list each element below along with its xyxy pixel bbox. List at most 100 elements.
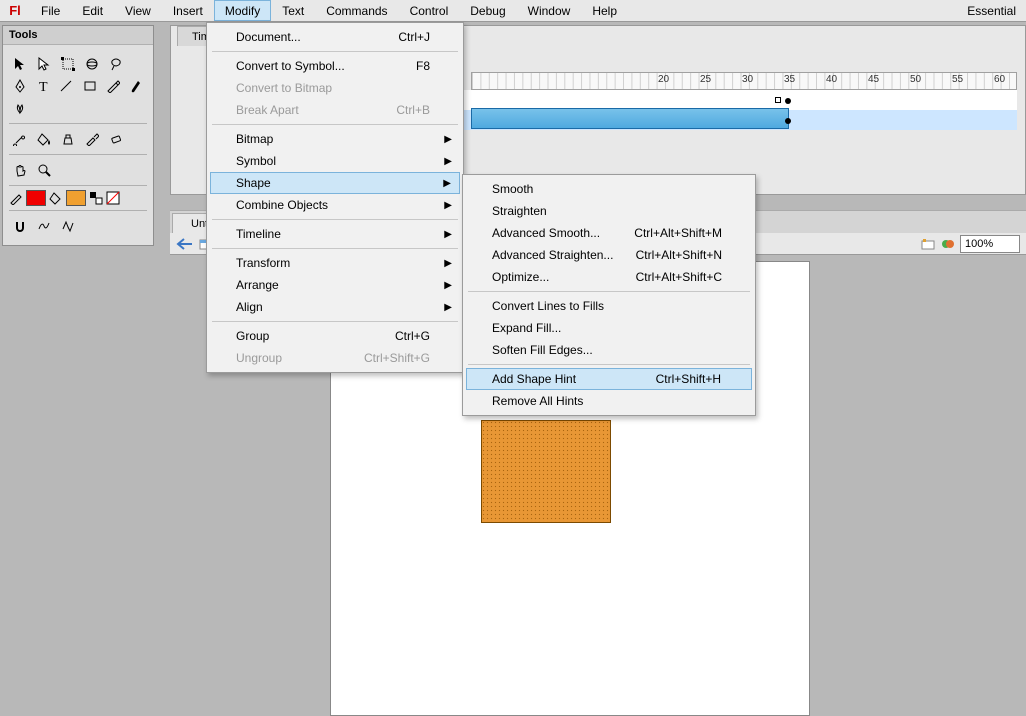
bone-tool-icon[interactable]: [9, 128, 31, 150]
keyframe-open[interactable]: [775, 97, 781, 103]
menu-item-shortcut: Ctrl+J: [398, 30, 430, 44]
menu-edit[interactable]: Edit: [71, 0, 114, 21]
edit-scene-icon[interactable]: [920, 237, 936, 251]
menu-item-bitmap[interactable]: Bitmap▶: [210, 128, 460, 150]
eraser-icon[interactable]: [105, 128, 127, 150]
selection-tool-icon[interactable]: [9, 53, 31, 75]
menu-separator: [468, 291, 750, 292]
menu-modify[interactable]: Modify: [214, 0, 271, 21]
hand-tool-icon[interactable]: [9, 159, 31, 181]
menu-item-label: Expand Fill...: [492, 321, 561, 335]
pencil-icon: [9, 191, 23, 205]
zoom-input[interactable]: 100%: [960, 235, 1020, 253]
menu-view[interactable]: View: [114, 0, 162, 21]
back-icon[interactable]: [176, 237, 194, 251]
straighten-option-icon[interactable]: [57, 215, 79, 237]
menu-item-shortcut: Ctrl+Shift+H: [656, 372, 721, 386]
snap-icon[interactable]: [9, 215, 31, 237]
menu-item-smooth[interactable]: Smooth: [466, 178, 752, 200]
frames-ruler[interactable]: 2025303540455055606570758085: [471, 72, 1017, 90]
eyedropper-icon[interactable]: [81, 128, 103, 150]
tween-span[interactable]: [471, 108, 789, 129]
text-tool-icon[interactable]: T: [32, 75, 53, 97]
menu-item-shortcut: Ctrl+Alt+Shift+N: [636, 248, 722, 262]
menu-item-label: Group: [236, 329, 269, 343]
menu-item-label: Convert Lines to Fills: [492, 299, 604, 313]
menu-help[interactable]: Help: [581, 0, 628, 21]
menu-item-ungroup: UngroupCtrl+Shift+G: [210, 347, 460, 369]
menu-control[interactable]: Control: [399, 0, 460, 21]
menu-item-add-shape-hint[interactable]: Add Shape Hint Ctrl+Shift+H: [466, 368, 752, 390]
modify-menu: Document...Ctrl+JConvert to Symbol...F8C…: [206, 22, 464, 373]
pencil-tool-icon[interactable]: [102, 75, 123, 97]
pen-tool-icon[interactable]: [9, 75, 30, 97]
menu-item-advanced-smooth[interactable]: Advanced Smooth...Ctrl+Alt+Shift+M: [466, 222, 752, 244]
menu-item-label: Add Shape Hint: [492, 372, 576, 386]
menu-file[interactable]: File: [30, 0, 71, 21]
menu-item-break-apart: Break ApartCtrl+B: [210, 99, 460, 121]
menu-item-label: Bitmap: [236, 132, 273, 146]
stroke-swatch[interactable]: [26, 190, 46, 206]
menu-item-convert-to-bitmap: Convert to Bitmap: [210, 77, 460, 99]
keyframe-dot[interactable]: [785, 98, 791, 104]
paint-bucket-icon[interactable]: [33, 128, 55, 150]
menu-item-label: Remove All Hints: [492, 394, 583, 408]
menu-item-timeline[interactable]: Timeline▶: [210, 223, 460, 245]
menu-insert[interactable]: Insert: [162, 0, 214, 21]
menu-item-symbol[interactable]: Symbol▶: [210, 150, 460, 172]
ruler-tick: 45: [868, 74, 879, 85]
ink-bottle-icon[interactable]: [57, 128, 79, 150]
brush-tool-icon[interactable]: [126, 75, 147, 97]
ruler-tick: 35: [784, 74, 795, 85]
menu-separator: [212, 219, 458, 220]
menu-item-remove-all-hints[interactable]: Remove All Hints: [466, 390, 752, 412]
menu-item-label: Combine Objects: [236, 198, 328, 212]
no-color-icon[interactable]: [106, 191, 120, 205]
ruler-tick: 60: [994, 74, 1005, 85]
shape-rectangle[interactable]: [481, 420, 611, 523]
menubar: Fl FileEditViewInsertModifyTextCommandsC…: [0, 0, 1026, 22]
menu-item-shortcut: Ctrl+Alt+Shift+M: [634, 226, 722, 240]
menu-debug[interactable]: Debug: [459, 0, 516, 21]
menu-text[interactable]: Text: [271, 0, 315, 21]
free-transform-icon[interactable]: [57, 53, 79, 75]
deco-tool-icon[interactable]: [9, 97, 31, 119]
menu-item-soften-fill-edges[interactable]: Soften Fill Edges...: [466, 339, 752, 361]
menu-window[interactable]: Window: [517, 0, 582, 21]
lasso-tool-icon[interactable]: [105, 53, 127, 75]
submenu-arrow-icon: ▶: [444, 302, 452, 313]
menu-item-straighten[interactable]: Straighten: [466, 200, 752, 222]
menu-item-document[interactable]: Document...Ctrl+J: [210, 26, 460, 48]
smooth-option-icon[interactable]: [33, 215, 55, 237]
line-tool-icon[interactable]: [56, 75, 77, 97]
swap-colors-icon[interactable]: [89, 191, 103, 205]
menu-item-shape[interactable]: Shape▶: [210, 172, 460, 194]
keyframe-dot[interactable]: [785, 118, 791, 124]
menu-item-combine-objects[interactable]: Combine Objects▶: [210, 194, 460, 216]
menu-item-label: Timeline: [236, 227, 281, 241]
menu-item-expand-fill[interactable]: Expand Fill...: [466, 317, 752, 339]
submenu-arrow-icon: ▶: [444, 280, 452, 291]
menu-item-label: Symbol: [236, 154, 276, 168]
edit-symbol-icon[interactable]: [940, 237, 956, 251]
rect-tool-icon[interactable]: [79, 75, 100, 97]
ruler-tick: 50: [910, 74, 921, 85]
workspace-switcher[interactable]: Essential: [957, 0, 1026, 21]
menu-item-advanced-straighten[interactable]: Advanced Straighten...Ctrl+Alt+Shift+N: [466, 244, 752, 266]
fill-swatch[interactable]: [66, 190, 86, 206]
menu-item-transform[interactable]: Transform▶: [210, 252, 460, 274]
menu-item-align[interactable]: Align▶: [210, 296, 460, 318]
3d-rotate-icon[interactable]: [81, 53, 103, 75]
menu-item-arrange[interactable]: Arrange▶: [210, 274, 460, 296]
menu-item-convert-lines-to-fills[interactable]: Convert Lines to Fills: [466, 295, 752, 317]
menu-commands[interactable]: Commands: [315, 0, 398, 21]
ruler-tick: 25: [700, 74, 711, 85]
paint-icon: [49, 191, 63, 205]
ruler-tick: 30: [742, 74, 753, 85]
menu-separator: [468, 364, 750, 365]
menu-item-optimize[interactable]: Optimize...Ctrl+Alt+Shift+C: [466, 266, 752, 288]
zoom-tool-icon[interactable]: [33, 159, 55, 181]
menu-item-group[interactable]: GroupCtrl+G: [210, 325, 460, 347]
menu-item-convert-to-symbol[interactable]: Convert to Symbol...F8: [210, 55, 460, 77]
subselect-tool-icon[interactable]: [33, 53, 55, 75]
